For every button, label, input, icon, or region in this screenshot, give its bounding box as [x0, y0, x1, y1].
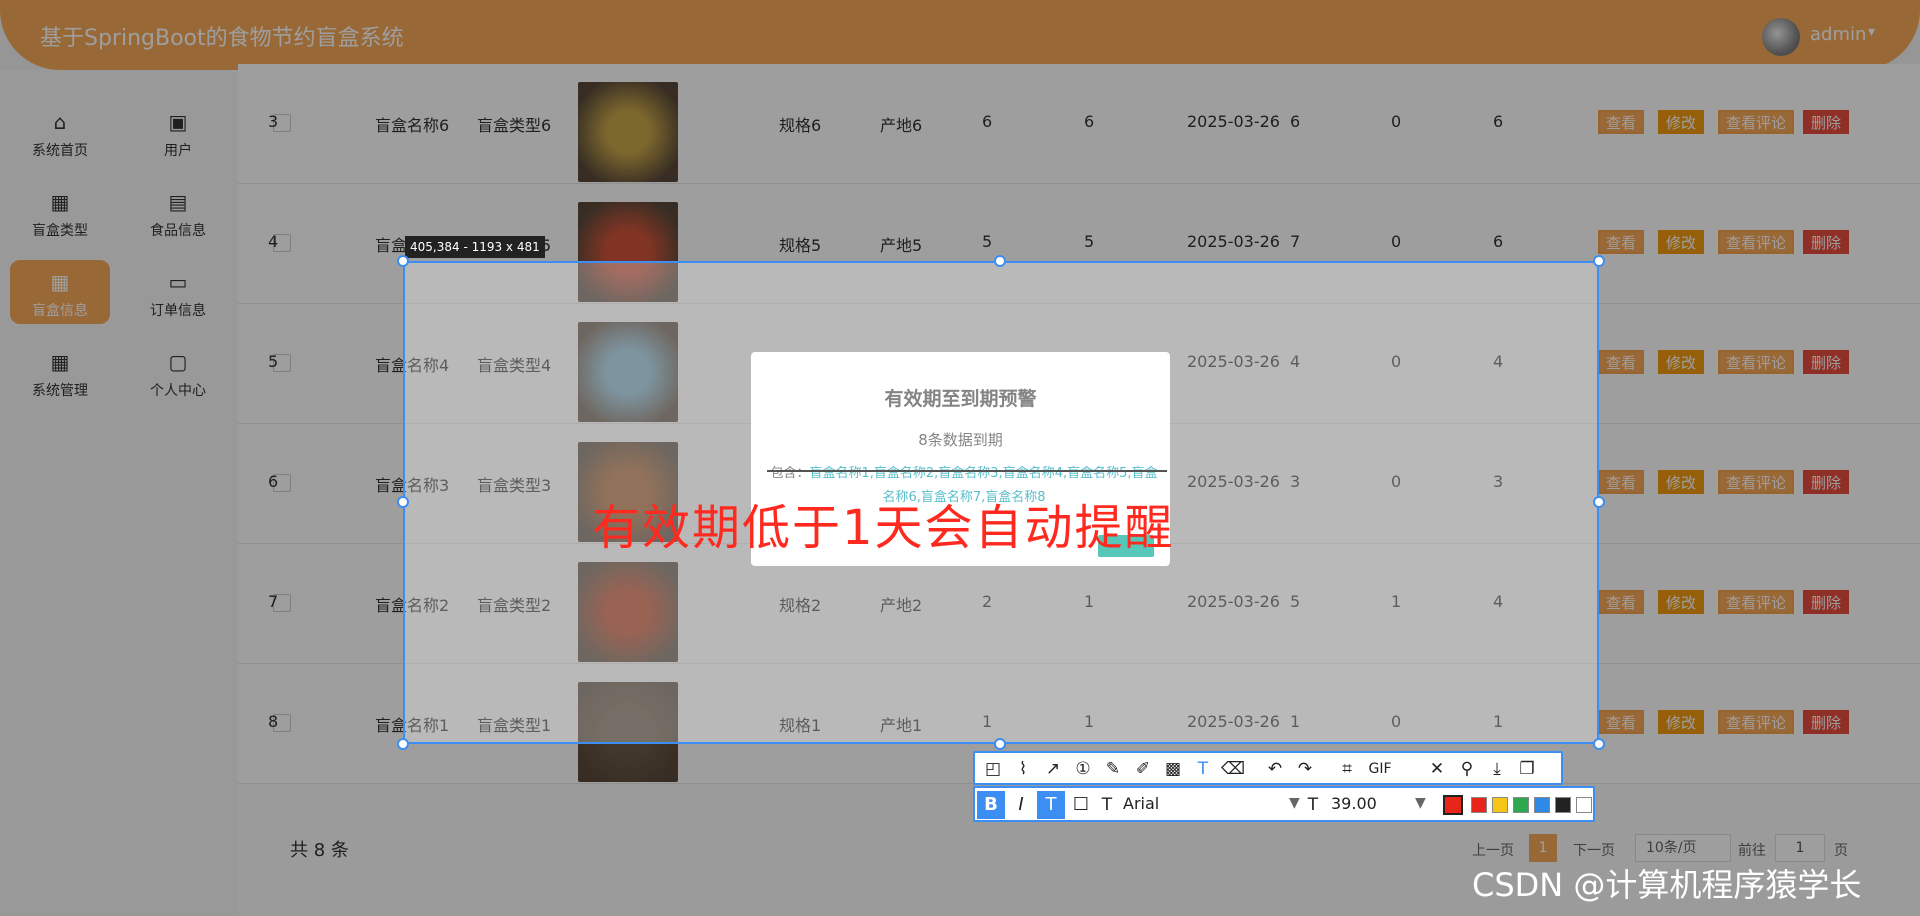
chevron-down-icon[interactable]: ▼ — [1289, 795, 1300, 811]
outline-text-toggle[interactable]: T — [1037, 791, 1065, 819]
pin-icon[interactable]: ⚲ — [1455, 757, 1479, 781]
undo-icon[interactable]: ↶ — [1263, 757, 1287, 781]
bold-toggle[interactable]: B — [977, 791, 1005, 819]
mosaic-icon[interactable]: ▩ — [1161, 757, 1185, 781]
crop-icon[interactable]: ⌗ — [1335, 757, 1359, 781]
number-marker-icon[interactable]: ① — [1071, 757, 1095, 781]
color-swatch[interactable] — [1576, 797, 1592, 813]
resize-handle[interactable] — [397, 255, 409, 267]
watermark: CSDN @计算机程序猿学长 — [1472, 866, 1862, 904]
chevron-down-icon[interactable]: ▼ — [1415, 795, 1426, 811]
color-swatch[interactable] — [1492, 797, 1508, 813]
polyline-icon[interactable]: ⌇ — [1011, 757, 1035, 781]
text-tool-icon[interactable]: T — [1191, 757, 1215, 781]
text-format-toolbar: B I T ☐ T Arial ▼ T 39.00 ▼ — [973, 786, 1595, 822]
color-swatch[interactable] — [1471, 797, 1487, 813]
highlighter-icon[interactable]: ✐ — [1131, 757, 1155, 781]
shape-icon[interactable]: ◰ — [981, 757, 1005, 781]
italic-toggle[interactable]: I — [1007, 791, 1035, 819]
screenshot-toolbar: ◰ ⌇ ↗ ① ✎ ✐ ▩ T ⌫ ↶ ↷ ⌗ GIF ✕ ⚲ ⤓ ❐ — [973, 751, 1563, 785]
resize-handle[interactable] — [1593, 496, 1605, 508]
copy-icon[interactable]: ❐ — [1515, 757, 1539, 781]
font-select[interactable]: Arial — [1123, 794, 1159, 813]
redo-icon[interactable]: ↷ — [1293, 757, 1317, 781]
color-swatch[interactable] — [1534, 797, 1550, 813]
resize-handle[interactable] — [994, 255, 1006, 267]
annotation-text[interactable]: 有效期低于1天会自动提醒 — [592, 488, 1175, 558]
gif-button[interactable]: GIF — [1363, 757, 1397, 781]
selection-size-label: 405,384 - 1193 x 481 — [405, 236, 545, 258]
background-box-toggle[interactable]: ☐ — [1067, 791, 1095, 819]
resize-handle[interactable] — [397, 496, 409, 508]
resize-handle[interactable] — [397, 738, 409, 750]
color-swatch[interactable] — [1555, 797, 1571, 813]
eraser-icon[interactable]: ⌫ — [1221, 757, 1245, 781]
resize-handle[interactable] — [1593, 738, 1605, 750]
resize-handle[interactable] — [1593, 255, 1605, 267]
pencil-icon[interactable]: ✎ — [1101, 757, 1125, 781]
arrow-icon[interactable]: ↗ — [1041, 757, 1065, 781]
font-icon: T — [1101, 795, 1113, 815]
color-swatch[interactable] — [1513, 797, 1529, 813]
download-icon[interactable]: ⤓ — [1485, 757, 1509, 781]
current-color-swatch[interactable] — [1443, 795, 1463, 815]
font-size-icon: T — [1307, 795, 1319, 815]
resize-handle[interactable] — [994, 738, 1006, 750]
close-icon[interactable]: ✕ — [1425, 757, 1449, 781]
font-size-select[interactable]: 39.00 — [1331, 794, 1377, 813]
